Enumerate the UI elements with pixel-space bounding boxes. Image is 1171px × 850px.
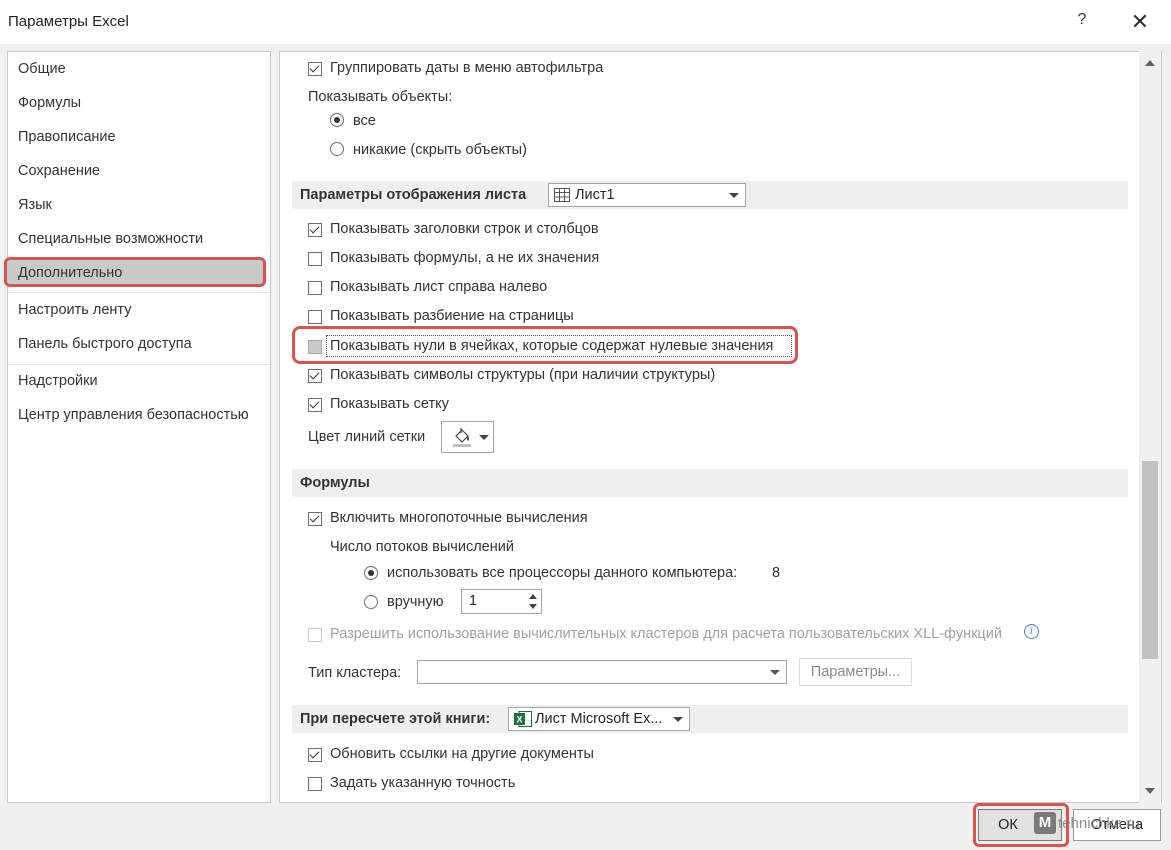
sidebar-item-proofing[interactable]: Правописание <box>18 129 116 145</box>
sheet-icon <box>554 188 570 202</box>
scroll-up-icon[interactable] <box>1139 53 1161 73</box>
formulas-section: Формулы <box>292 469 1128 497</box>
outline-symbols-label: Показывать символы структуры (при наличи… <box>330 367 716 383</box>
show-gridlines-label: Показывать сетку <box>330 396 449 412</box>
threads-all-radio[interactable] <box>364 566 378 580</box>
threads-all-label: использовать все процессоры данного комп… <box>387 565 738 581</box>
multithread-label: Включить многопоточные вычисления <box>330 510 588 526</box>
set-precision-label: Задать указанную точность <box>330 775 516 791</box>
recalc-section: При пересчете этой книги: <box>292 705 1128 733</box>
sheet-select-dropdown[interactable]: Лист1 <box>548 183 746 207</box>
watermark: M tehnichka.ru <box>1034 810 1140 836</box>
cluster-params-button[interactable]: Параметры... <box>799 658 912 686</box>
sidebar-item-customize-ribbon[interactable]: Настроить ленту <box>18 302 131 318</box>
group-dates-checkbox[interactable] <box>308 62 322 76</box>
settings-panel: Группировать даты в меню автофильтра Пок… <box>279 51 1162 803</box>
focus-rectangle <box>326 335 792 357</box>
excel-icon: X <box>514 711 532 727</box>
workbook-select-dropdown[interactable]: X Лист Microsoft Ex... <box>508 707 690 731</box>
outline-symbols-checkbox[interactable] <box>308 369 322 383</box>
vertical-scrollbar[interactable] <box>1139 51 1161 803</box>
threads-all-value: 8 <box>772 565 781 581</box>
update-links-checkbox[interactable] <box>308 748 322 762</box>
svg-text:X: X <box>517 715 523 725</box>
update-links-label: Обновить ссылки на другие документы <box>330 746 594 762</box>
scroll-down-icon[interactable] <box>1139 781 1161 801</box>
watermark-logo: M <box>1034 812 1056 834</box>
threads-count-label: Число потоков вычислений <box>330 539 514 555</box>
show-headers-label: Показывать заголовки строк и столбцов <box>330 221 599 237</box>
sidebar-divider <box>8 292 270 293</box>
page-breaks-label: Показывать разбиение на страницы <box>330 308 574 324</box>
sidebar-item-language[interactable]: Язык <box>18 197 52 213</box>
sheet-display-section-title: Параметры отображения листа <box>300 187 527 203</box>
sidebar-divider <box>8 364 270 365</box>
show-objects-label: Показывать объекты: <box>308 89 453 105</box>
chevron-down-icon <box>729 193 739 198</box>
cluster-allow-label: Разрешить использование вычислительных к… <box>330 626 1002 642</box>
sidebar-item-trust-center[interactable]: Центр управления безопасностью <box>18 407 249 423</box>
threads-manual-label: вручную <box>387 594 444 610</box>
formulas-section-title: Формулы <box>300 475 370 491</box>
show-gridlines-checkbox[interactable] <box>308 398 322 412</box>
sidebar-item-advanced[interactable]: Дополнительно <box>18 265 122 281</box>
grid-color-button[interactable] <box>441 421 494 453</box>
title-bar: Параметры Excel ? ✕ <box>0 0 1171 44</box>
multithread-checkbox[interactable] <box>308 512 322 526</box>
right-to-left-checkbox[interactable] <box>308 281 322 295</box>
chevron-down-icon <box>673 717 683 722</box>
show-objects-all-radio[interactable] <box>330 113 344 127</box>
threads-manual-radio[interactable] <box>364 595 378 609</box>
recalc-section-title: При пересчете этой книги: <box>300 711 491 727</box>
show-objects-all-label: все <box>353 113 376 129</box>
info-icon: i <box>1024 624 1039 639</box>
window-title: Параметры Excel <box>8 13 129 30</box>
sheet-select-value: Лист1 <box>575 187 615 203</box>
spin-down-icon[interactable] <box>529 604 537 609</box>
watermark-text: tehnichka.ru <box>1058 814 1140 832</box>
page-breaks-checkbox[interactable] <box>308 310 322 324</box>
chevron-down-icon <box>770 670 780 675</box>
set-precision-checkbox[interactable] <box>308 777 322 791</box>
help-button[interactable]: ? <box>1071 11 1093 33</box>
threads-manual-value: 1 <box>469 593 478 609</box>
sidebar-item-accessibility[interactable]: Специальные возможности <box>18 231 203 247</box>
sidebar-item-addins[interactable]: Надстройки <box>18 373 98 389</box>
cluster-type-label: Тип кластера: <box>308 665 402 681</box>
show-formulas-checkbox[interactable] <box>308 252 322 266</box>
grid-color-label: Цвет линий сетки <box>308 429 426 445</box>
group-dates-label: Группировать даты в меню автофильтра <box>330 60 604 76</box>
show-objects-none-label: никакие (скрыть объекты) <box>353 142 527 158</box>
threads-manual-spinner[interactable]: 1 <box>461 589 542 614</box>
sidebar-item-save[interactable]: Сохранение <box>18 163 100 179</box>
cluster-type-dropdown[interactable] <box>417 660 787 684</box>
scroll-thumb[interactable] <box>1142 461 1158 659</box>
chevron-down-icon <box>479 435 489 440</box>
sidebar-item-general[interactable]: Общие <box>18 61 66 77</box>
right-to-left-label: Показывать лист справа налево <box>330 279 548 295</box>
show-formulas-label: Показывать формулы, а не их значения <box>330 250 600 266</box>
cluster-allow-checkbox[interactable] <box>308 628 322 642</box>
show-objects-none-radio[interactable] <box>330 142 344 156</box>
workbook-select-value: Лист Microsoft Ex... <box>535 711 663 727</box>
paint-bucket-icon <box>453 428 471 447</box>
sidebar-item-formulas[interactable]: Формулы <box>18 95 81 111</box>
spin-up-icon[interactable] <box>529 594 537 599</box>
close-button[interactable]: ✕ <box>1129 9 1151 35</box>
sidebar: Общие Формулы Правописание Сохранение Яз… <box>4 51 271 803</box>
sidebar-item-quick-access[interactable]: Панель быстрого доступа <box>18 336 192 352</box>
show-headers-checkbox[interactable] <box>308 223 322 237</box>
